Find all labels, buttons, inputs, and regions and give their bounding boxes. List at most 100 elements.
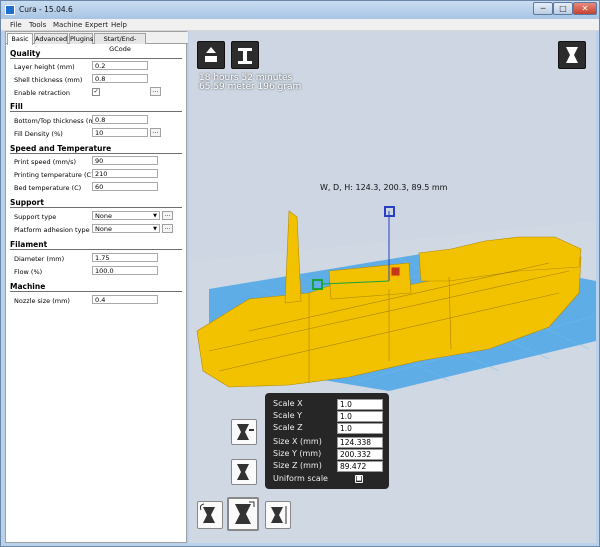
support-type-label: Support type xyxy=(14,213,57,221)
material-usage: 65.59 meter 196 gram xyxy=(199,82,302,92)
cura-app-icon xyxy=(5,5,15,15)
divider xyxy=(10,58,182,59)
cura-window: Cura - 15.04.6 ─ □ ✕ File Tools Machine … xyxy=(0,0,600,547)
platform-adhesion-label: Platform adhesion type xyxy=(14,226,90,234)
scale-mode-icon xyxy=(235,501,255,524)
section-machine: Machine xyxy=(10,282,46,291)
section-filament: Filament xyxy=(10,240,48,249)
diameter-label: Diameter (mm) xyxy=(14,255,65,263)
adhesion-settings-button[interactable]: ... xyxy=(162,224,173,233)
printing-temperature-label: Printing temperature (C) xyxy=(14,171,94,179)
model-dimensions: W, D, H: 124.3, 200.3, 89.5 mm xyxy=(320,183,448,192)
mirror-tool-button[interactable] xyxy=(231,459,257,485)
size-z-label: Size Z (mm) xyxy=(273,461,322,470)
retraction-settings-button[interactable]: ... xyxy=(150,87,161,96)
dropdown-arrow-icon: ▼ xyxy=(153,213,157,219)
nozzle-size-input[interactable]: 0.4 xyxy=(92,295,158,304)
size-y-input[interactable]: 200.332 xyxy=(337,449,383,460)
shell-thickness-input[interactable]: 0.8 xyxy=(92,74,148,83)
bottom-top-thickness-input[interactable]: 0.8 xyxy=(92,115,148,124)
shell-thickness-label: Shell thickness (mm) xyxy=(14,76,83,84)
tab-advanced[interactable]: Advanced xyxy=(34,33,68,44)
scale-mode-button[interactable] xyxy=(227,497,259,531)
mirror-mode-icon xyxy=(271,506,287,524)
minimize-button[interactable]: ─ xyxy=(533,2,553,15)
layer-height-input[interactable]: 0.2 xyxy=(92,61,148,70)
fill-settings-button[interactable]: ... xyxy=(150,128,161,137)
menu-expert[interactable]: Expert xyxy=(85,21,108,29)
support-type-value: None xyxy=(95,212,112,220)
close-button[interactable]: ✕ xyxy=(573,2,597,15)
support-type-select[interactable]: None ▼ xyxy=(92,211,160,220)
section-speed-temperature: Speed and Temperature xyxy=(10,144,112,153)
rotate-tool-button[interactable] xyxy=(197,501,223,529)
mirror-mode-button[interactable] xyxy=(265,501,291,529)
bed-temperature-input[interactable]: 60 xyxy=(92,182,158,191)
menu-machine[interactable]: Machine xyxy=(53,21,82,29)
menu-tools[interactable]: Tools xyxy=(29,21,46,29)
menu-file[interactable]: File xyxy=(10,21,22,29)
size-y-label: Size Y (mm) xyxy=(273,449,322,458)
divider xyxy=(10,291,182,292)
load-model-button[interactable] xyxy=(197,41,225,69)
scale-x-input[interactable]: 1.0 xyxy=(337,399,383,410)
print-estimate: 18 hours 52 minutes 65.59 meter 196 gram xyxy=(199,74,301,92)
platform-adhesion-select[interactable]: None ▼ xyxy=(92,224,160,233)
view-mode-button[interactable] xyxy=(558,41,586,69)
scale-z-input[interactable]: 1.0 xyxy=(337,423,383,434)
flow-label: Flow (%) xyxy=(14,268,43,276)
size-x-label: Size X (mm) xyxy=(273,437,322,446)
settings-tabs: Basic Advanced Plugins Start/End-GCode xyxy=(6,32,188,53)
bottom-top-thickness-label: Bottom/Top thickness (mm) xyxy=(14,117,104,125)
platform-adhesion-value: None xyxy=(95,225,112,233)
scale-z-label: Scale Z xyxy=(273,423,303,432)
bed-temperature-label: Bed temperature (C) xyxy=(14,184,82,192)
scale-tool-button[interactable] xyxy=(231,419,257,445)
scale-y-input[interactable]: 1.0 xyxy=(337,411,383,422)
load-icon xyxy=(205,47,217,62)
title-bar: Cura - 15.04.6 ─ □ ✕ xyxy=(1,1,599,19)
enable-retraction-label: Enable retraction xyxy=(14,89,70,97)
scale-y-label: Scale Y xyxy=(273,411,302,420)
section-quality: Quality xyxy=(10,49,41,58)
layer-height-label: Layer height (mm) xyxy=(14,63,75,71)
menu-help[interactable]: Help xyxy=(111,21,127,29)
toolpath-icon xyxy=(238,48,252,64)
depth-handle[interactable] xyxy=(390,266,401,277)
window-title: Cura - 15.04.6 xyxy=(19,5,73,14)
divider xyxy=(10,153,182,154)
tab-plugins[interactable]: Plugins xyxy=(69,33,93,44)
uniform-scale-label: Uniform scale xyxy=(273,474,328,483)
tab-basic[interactable]: Basic xyxy=(7,33,33,45)
diameter-input[interactable]: 1.75 xyxy=(92,253,158,262)
print-speed-input[interactable]: 90 xyxy=(92,156,158,165)
fill-density-label: Fill Density (%) xyxy=(14,130,63,138)
divider xyxy=(10,249,182,250)
lock-icon[interactable]: ■ xyxy=(355,475,363,483)
scale-x-label: Scale X xyxy=(273,399,303,408)
dropdown-arrow-icon: ▼ xyxy=(153,226,157,232)
size-z-input[interactable]: 89.472 xyxy=(337,461,383,472)
divider xyxy=(10,207,182,208)
section-fill: Fill xyxy=(10,102,23,111)
mirror-icon xyxy=(237,464,249,480)
enable-retraction-checkbox[interactable]: ✓ xyxy=(92,88,100,96)
scale-icon xyxy=(237,424,254,440)
print-speed-label: Print speed (mm/s) xyxy=(14,158,77,166)
divider xyxy=(10,111,182,112)
3d-viewport[interactable]: 18 hours 52 minutes 65.59 meter 196 gram… xyxy=(189,31,596,543)
view-mode-icon xyxy=(566,47,578,63)
fill-density-input[interactable]: 10 xyxy=(92,128,148,137)
flow-input[interactable]: 100.0 xyxy=(92,266,158,275)
nozzle-size-label: Nozzle size (mm) xyxy=(14,297,70,305)
section-support: Support xyxy=(10,198,44,207)
menu-bar: File Tools Machine Expert Help xyxy=(1,19,599,31)
support-settings-button[interactable]: ... xyxy=(162,211,173,220)
printing-temperature-input[interactable]: 210 xyxy=(92,169,158,178)
tab-start-end-gcode[interactable]: Start/End-GCode xyxy=(94,33,146,53)
settings-panel: Basic Advanced Plugins Start/End-GCode Q… xyxy=(5,31,188,543)
maximize-button[interactable]: □ xyxy=(553,2,573,15)
save-toolpath-button[interactable] xyxy=(231,41,259,69)
size-x-input[interactable]: 124.338 xyxy=(337,437,383,448)
rotate-icon xyxy=(199,503,215,523)
